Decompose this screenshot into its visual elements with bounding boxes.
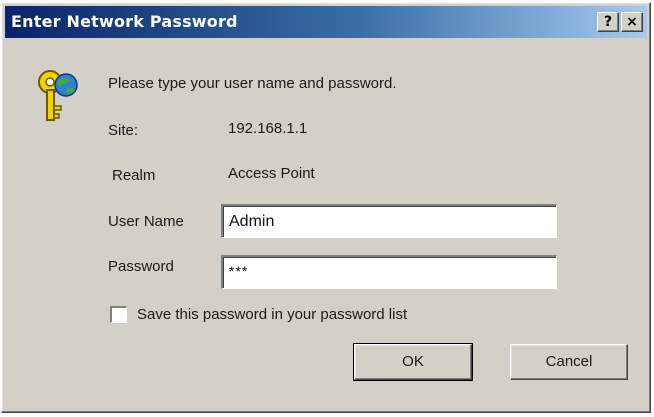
save-password-checkbox[interactable] <box>110 306 127 323</box>
user-name-label: User Name <box>108 213 184 230</box>
cancel-button[interactable]: Cancel <box>510 344 628 380</box>
realm-label: Realm <box>112 167 156 184</box>
key-globe-icon <box>38 70 78 121</box>
password-input[interactable] <box>221 255 557 289</box>
save-password-label[interactable]: Save this password in your password list <box>137 306 407 323</box>
password-label: Password <box>108 258 174 275</box>
site-value: 192.168.1.1 <box>228 120 308 137</box>
user-name-input[interactable] <box>221 204 557 238</box>
ok-button[interactable]: OK <box>353 343 473 381</box>
instruction-text: Please type your user name and password. <box>108 75 397 92</box>
help-button[interactable]: ? <box>597 12 619 32</box>
dialog-title: Enter Network Password <box>11 12 238 31</box>
realm-value: Access Point <box>228 165 315 182</box>
close-button[interactable]: × <box>621 12 643 32</box>
site-label: Site: <box>108 122 139 139</box>
title-bar[interactable]: Enter Network Password ? × <box>5 6 647 38</box>
